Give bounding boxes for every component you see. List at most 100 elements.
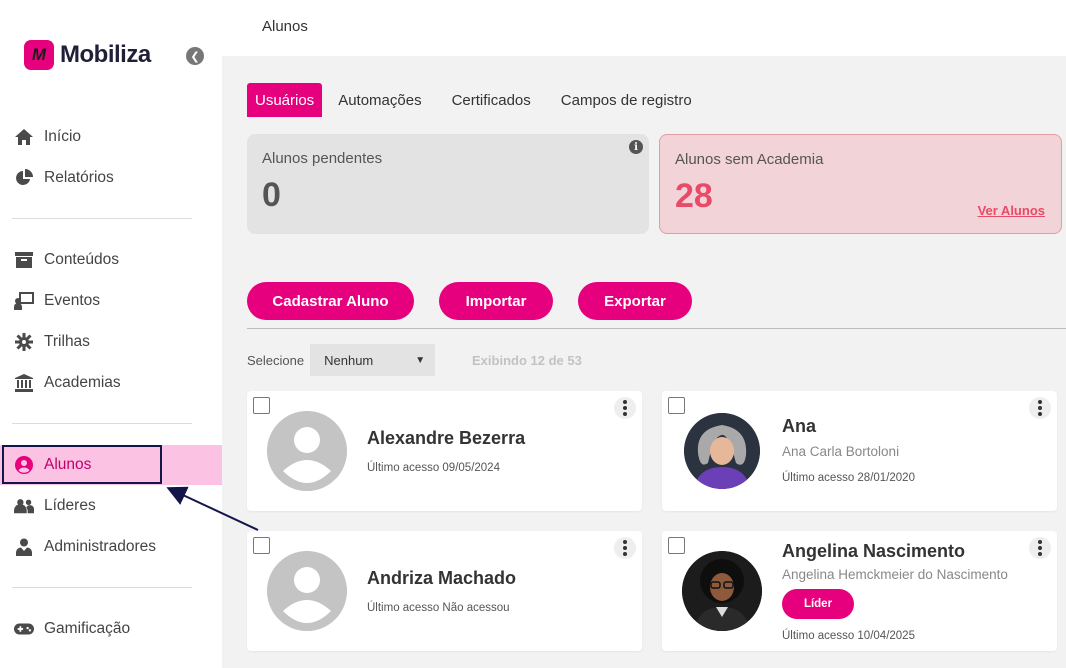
last-access: Último acesso 09/05/2024 <box>367 462 500 474</box>
sidebar-item-label: Eventos <box>44 292 101 309</box>
more-dot-icon <box>623 546 627 550</box>
select-checkbox[interactable] <box>253 397 270 414</box>
sidebar-item-administradores[interactable]: Administradores <box>0 527 222 567</box>
students-without-academy-card: Alunos sem Academia 28 Ver Alunos <box>659 134 1062 234</box>
select-checkbox[interactable] <box>668 537 685 554</box>
default-avatar-icon <box>267 551 347 631</box>
stat-label: Alunos pendentes <box>262 150 383 167</box>
stat-label: Alunos sem Academia <box>675 151 824 168</box>
more-dot-icon <box>623 412 627 416</box>
stat-value: 28 <box>675 177 713 215</box>
pie-chart-icon <box>14 168 34 188</box>
more-dot-icon <box>1038 546 1042 550</box>
sidebar-item-conteudos[interactable]: Conteúdos <box>0 240 222 280</box>
more-dot-icon <box>623 400 627 404</box>
sidebar-divider <box>12 218 192 219</box>
pending-students-card: Alunos pendentes 0 i <box>247 134 649 234</box>
tabs: Usuários Automações Certificados Campos … <box>247 83 708 117</box>
more-dot-icon <box>1038 540 1042 544</box>
sidebar-item-label: Academias <box>44 374 121 391</box>
more-options-button[interactable] <box>1029 397 1051 419</box>
more-dot-icon <box>1038 400 1042 404</box>
sidebar-item-academias[interactable]: Academias <box>0 363 222 403</box>
tab-usuarios[interactable]: Usuários <box>247 83 323 117</box>
gear-icon <box>14 332 34 352</box>
tab-certificados[interactable]: Certificados <box>438 83 545 117</box>
action-buttons: Cadastrar Aluno Importar Exportar <box>247 282 692 320</box>
presentation-icon <box>14 291 34 311</box>
last-access: Último acesso 28/01/2020 <box>782 472 915 484</box>
info-icon[interactable]: i <box>629 140 643 154</box>
top-bar: Alunos <box>222 0 1066 56</box>
student-name: Angelina Nascimento <box>782 541 966 561</box>
student-full-name: Ana Carla Bortoloni <box>782 444 900 459</box>
bulk-select-dropdown[interactable]: Nenhum ▼ <box>310 344 436 376</box>
sidebar-item-gamificacao[interactable]: Gamificação <box>0 609 222 649</box>
brand-logo[interactable]: M Mobiliza <box>24 40 151 70</box>
sidebar-item-label: Relatórios <box>44 169 114 186</box>
student-card[interactable]: Ana Ana Carla Bortoloni Último acesso 28… <box>662 391 1057 511</box>
tab-campos-de-registro[interactable]: Campos de registro <box>547 83 706 117</box>
sidebar-item-label: Administradores <box>44 538 156 555</box>
avatar <box>684 413 760 489</box>
sidebar-item-inicio[interactable]: Início <box>0 117 222 157</box>
sidebar-item-alunos[interactable]: Alunos <box>0 445 222 485</box>
caret-down-icon: ▼ <box>415 354 426 366</box>
more-dot-icon <box>623 406 627 410</box>
user-circle-icon <box>14 455 34 475</box>
sidebar-item-label: Alunos <box>44 456 92 473</box>
more-options-button[interactable] <box>614 537 636 559</box>
brand-mark-icon: M <box>24 40 54 70</box>
sidebar-divider <box>12 587 192 588</box>
last-access: Último acesso Não acessou <box>367 602 510 614</box>
more-options-button[interactable] <box>1029 537 1051 559</box>
sidebar-item-trilhas[interactable]: Trilhas <box>0 322 222 362</box>
gamepad-icon <box>14 619 34 639</box>
student-full-name: Angelina Hemckmeier do Nascimento <box>782 567 1008 582</box>
leader-badge: Líder <box>782 589 854 619</box>
avatar <box>682 551 762 631</box>
page-title: Alunos <box>262 18 308 35</box>
users-icon <box>14 496 34 516</box>
default-avatar-icon <box>267 411 347 491</box>
student-name: Andriza Machado <box>367 568 517 588</box>
student-card[interactable]: Angelina Nascimento Angelina Hemckmeier … <box>662 531 1057 651</box>
home-icon <box>14 127 34 147</box>
bulk-select: Selecione Nenhum ▼ <box>247 344 436 376</box>
sidebar-item-relatorios[interactable]: Relatórios <box>0 158 222 198</box>
sidebar-item-label: Início <box>44 128 82 145</box>
register-student-button[interactable]: Cadastrar Aluno <box>247 282 414 320</box>
divider <box>247 328 1066 329</box>
student-card[interactable]: Alexandre Bezerra Último acesso 09/05/20… <box>247 391 642 511</box>
sidebar-item-label: Gamificação <box>44 620 131 637</box>
student-name: Alexandre Bezerra <box>367 428 526 448</box>
import-button[interactable]: Importar <box>439 282 553 320</box>
student-card[interactable]: Andriza Machado Último acesso Não acesso… <box>247 531 642 651</box>
main-content: Usuários Automações Certificados Campos … <box>222 56 1066 668</box>
sidebar-item-label: Trilhas <box>44 333 90 350</box>
sidebar-item-label: Conteúdos <box>44 251 119 268</box>
collapse-sidebar-button[interactable]: ❮ <box>186 47 204 65</box>
student-name: Ana <box>782 416 817 436</box>
sidebar-item-eventos[interactable]: Eventos <box>0 281 222 321</box>
sidebar-divider <box>12 423 192 424</box>
more-dot-icon <box>623 540 627 544</box>
sidebar: M Mobiliza ❮ Início Relatórios Conteúdos… <box>0 0 222 668</box>
last-access: Último acesso 10/04/2025 <box>782 630 915 642</box>
select-checkbox[interactable] <box>253 537 270 554</box>
user-tie-icon <box>14 537 34 557</box>
more-dot-icon <box>623 552 627 556</box>
sidebar-item-lideres[interactable]: Líderes <box>0 486 222 526</box>
select-value: Nenhum <box>324 352 374 368</box>
chevron-left-icon: ❮ <box>190 50 200 63</box>
select-label: Selecione <box>247 352 305 368</box>
archive-icon <box>14 250 34 270</box>
select-checkbox[interactable] <box>668 397 685 414</box>
view-students-link[interactable]: Ver Alunos <box>978 203 1045 218</box>
more-options-button[interactable] <box>614 397 636 419</box>
sidebar-item-label: Líderes <box>44 497 96 514</box>
more-dot-icon <box>1038 406 1042 410</box>
tab-automacoes[interactable]: Automações <box>324 83 435 117</box>
stat-value: 0 <box>262 176 281 214</box>
export-button[interactable]: Exportar <box>578 282 692 320</box>
